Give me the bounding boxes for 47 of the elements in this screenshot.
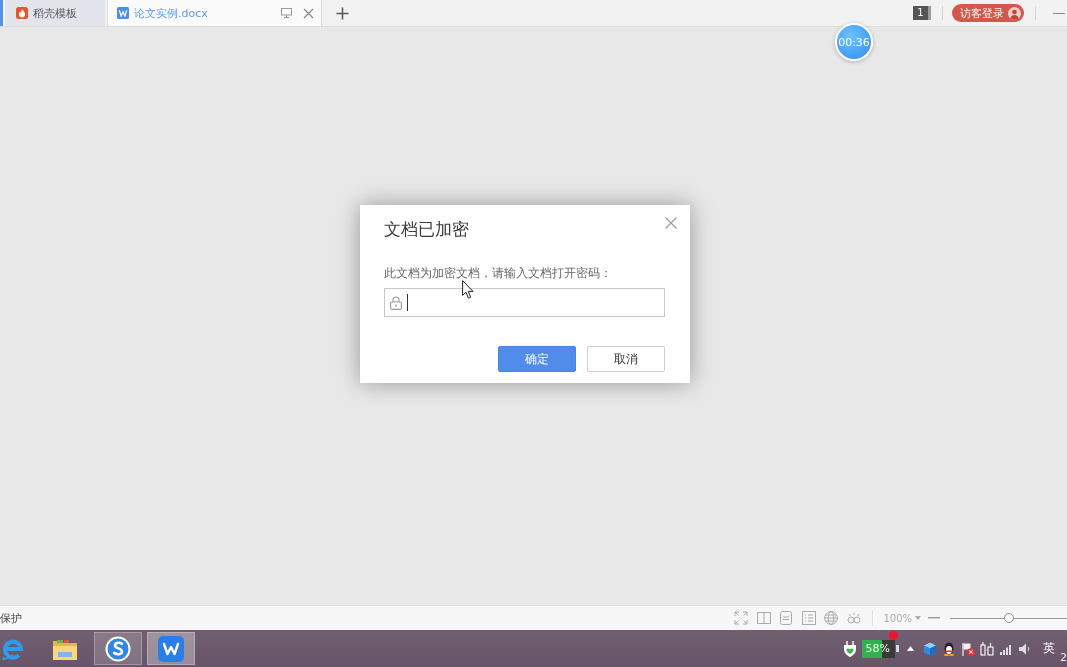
flag-error-icon[interactable] — [961, 641, 975, 656]
page-view-icon[interactable] — [779, 611, 794, 625]
cancel-button[interactable]: 取消 — [587, 346, 665, 372]
plus-icon — [336, 6, 349, 20]
fullscreen-icon[interactable] — [734, 611, 749, 625]
window-count-badge[interactable]: 1 — [913, 6, 931, 20]
zoom-level-dropdown[interactable]: 100% — [883, 612, 921, 624]
new-tab-button[interactable] — [336, 6, 349, 20]
globe-icon[interactable] — [824, 611, 839, 625]
minus-icon — [1053, 12, 1065, 14]
taskbar-app-button[interactable] — [94, 632, 142, 665]
caret-icon — [915, 616, 921, 620]
pointer-cursor-icon — [462, 280, 474, 299]
dialog-message: 此文档为加密文档，请输入文档打开密码： — [384, 266, 613, 281]
slider-thumb[interactable] — [1003, 613, 1014, 623]
flame-icon — [16, 7, 28, 19]
device-icon[interactable] — [980, 641, 994, 656]
caret-up-icon[interactable] — [907, 646, 914, 651]
password-field[interactable] — [384, 288, 665, 317]
monitor-icon[interactable] — [281, 8, 292, 18]
guest-login-button[interactable]: 访客登录 — [952, 4, 1024, 22]
cube-icon[interactable] — [923, 641, 937, 656]
book-view-icon[interactable] — [756, 611, 771, 625]
lock-icon — [390, 295, 402, 310]
close-button[interactable] — [665, 217, 677, 229]
status-text: 保护 — [0, 610, 22, 626]
s-logo-icon — [105, 635, 131, 662]
input-method-indicator[interactable]: 英 — [1043, 640, 1055, 657]
document-icon — [117, 7, 129, 19]
close-tab-button[interactable] — [303, 7, 314, 19]
notification-dot-icon — [889, 630, 898, 640]
clock-text: 2 — [1060, 651, 1067, 664]
taskbar-app-button[interactable] — [147, 632, 195, 665]
w-logo-icon — [158, 635, 184, 662]
document-tab[interactable]: 稻壳模板 — [5, 0, 105, 26]
minus-icon — [928, 617, 940, 619]
close-icon — [303, 7, 314, 19]
close-icon — [665, 217, 677, 229]
outline-view-icon[interactable] — [801, 611, 816, 625]
confirm-button[interactable]: 确定 — [498, 346, 576, 372]
eye-protection-icon[interactable] — [846, 611, 861, 625]
document-tab[interactable]: 论文实例.docx — [107, 0, 322, 26]
speaker-icon[interactable] — [1018, 641, 1032, 656]
user-avatar-icon — [1008, 6, 1021, 20]
dialog-title: 文档已加密 — [384, 218, 470, 241]
penguin-icon[interactable] — [942, 641, 956, 656]
plug-shield-icon[interactable] — [842, 640, 857, 657]
